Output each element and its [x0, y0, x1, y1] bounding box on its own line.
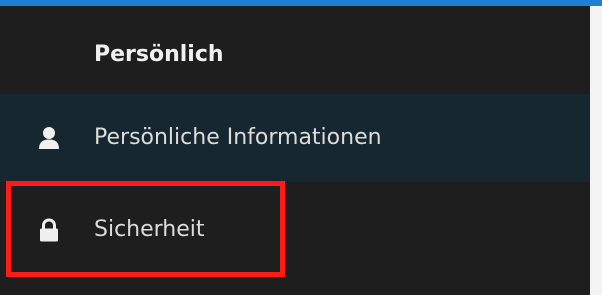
sidebar-item-security[interactable]: Sicherheit	[0, 182, 590, 270]
sidebar-item-personal-information[interactable]: Persönliche Informationen	[0, 94, 590, 182]
section-title: Persönlich	[94, 42, 224, 67]
user-icon	[38, 126, 60, 150]
content-area-edge	[590, 6, 602, 295]
sidebar: Persönlich Persönliche Informationen Sic…	[0, 6, 590, 295]
lock-icon	[38, 218, 60, 242]
section-header: Persönlich	[0, 6, 590, 94]
sidebar-item-label: Sicherheit	[94, 217, 205, 242]
sidebar-item-label: Persönliche Informationen	[94, 125, 382, 150]
